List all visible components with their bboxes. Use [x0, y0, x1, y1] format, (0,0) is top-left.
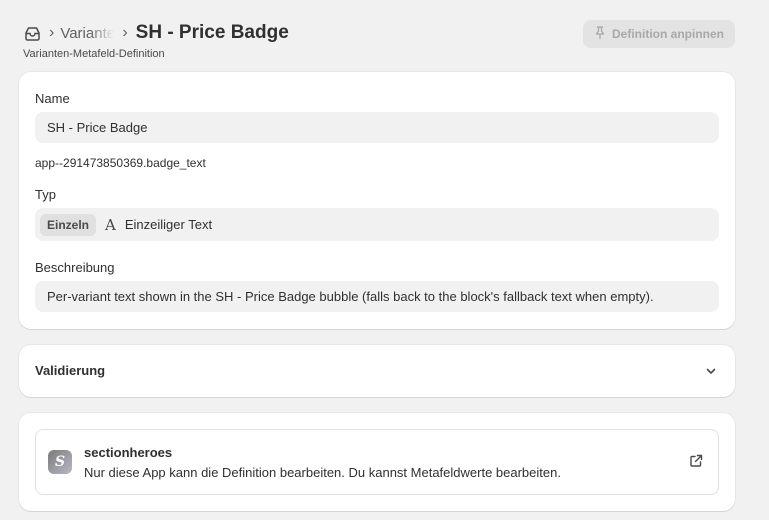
- app-logo: S: [48, 450, 72, 474]
- validation-title: Validierung: [35, 363, 106, 378]
- namespace-key: app--291473850369.badge_text: [35, 156, 206, 170]
- page-header: › Varianten › SH - Price Badge Varianten…: [23, 18, 735, 64]
- page-title: SH - Price Badge: [135, 22, 289, 43]
- description-label: Beschreibung: [35, 260, 115, 275]
- external-link-icon[interactable]: [689, 454, 703, 473]
- description-field[interactable]: Per-variant text shown in the SH - Price…: [35, 281, 719, 312]
- type-cardinality-badge: Einzeln: [40, 213, 97, 236]
- name-label: Name: [35, 91, 70, 106]
- breadcrumb-parent-link[interactable]: Varianten: [60, 25, 114, 42]
- page-subtitle: Varianten-Metafeld-Definition: [23, 48, 165, 60]
- type-label: Typ: [35, 187, 56, 202]
- type-field: Einzeln A Einzeiliger Text: [35, 208, 719, 241]
- name-field[interactable]: SH - Price Badge: [35, 112, 719, 143]
- chevron-right-icon: ›: [49, 24, 55, 41]
- app-ownership-banner: S sectionheroes Nur diese App kann die D…: [35, 429, 719, 495]
- chevron-down-icon[interactable]: [705, 364, 717, 382]
- pin-icon: [594, 26, 606, 42]
- type-value: Einzeiliger Text: [124, 217, 213, 232]
- metafields-icon[interactable]: [23, 25, 41, 41]
- pin-definition-button[interactable]: Definition anpinnen: [583, 20, 735, 48]
- app-ownership-card: S sectionheroes Nur diese App kann die D…: [19, 413, 735, 511]
- validation-card[interactable]: Validierung: [19, 345, 735, 397]
- pin-button-label: Definition anpinnen: [612, 27, 724, 41]
- chevron-right-icon: ›: [122, 24, 128, 41]
- definition-card: Name SH - Price Badge app--291473850369.…: [19, 72, 735, 329]
- app-name: sectionheroes: [84, 445, 173, 460]
- text-type-icon: A: [105, 215, 116, 234]
- app-description: Nur diese App kann die Definition bearbe…: [84, 465, 561, 480]
